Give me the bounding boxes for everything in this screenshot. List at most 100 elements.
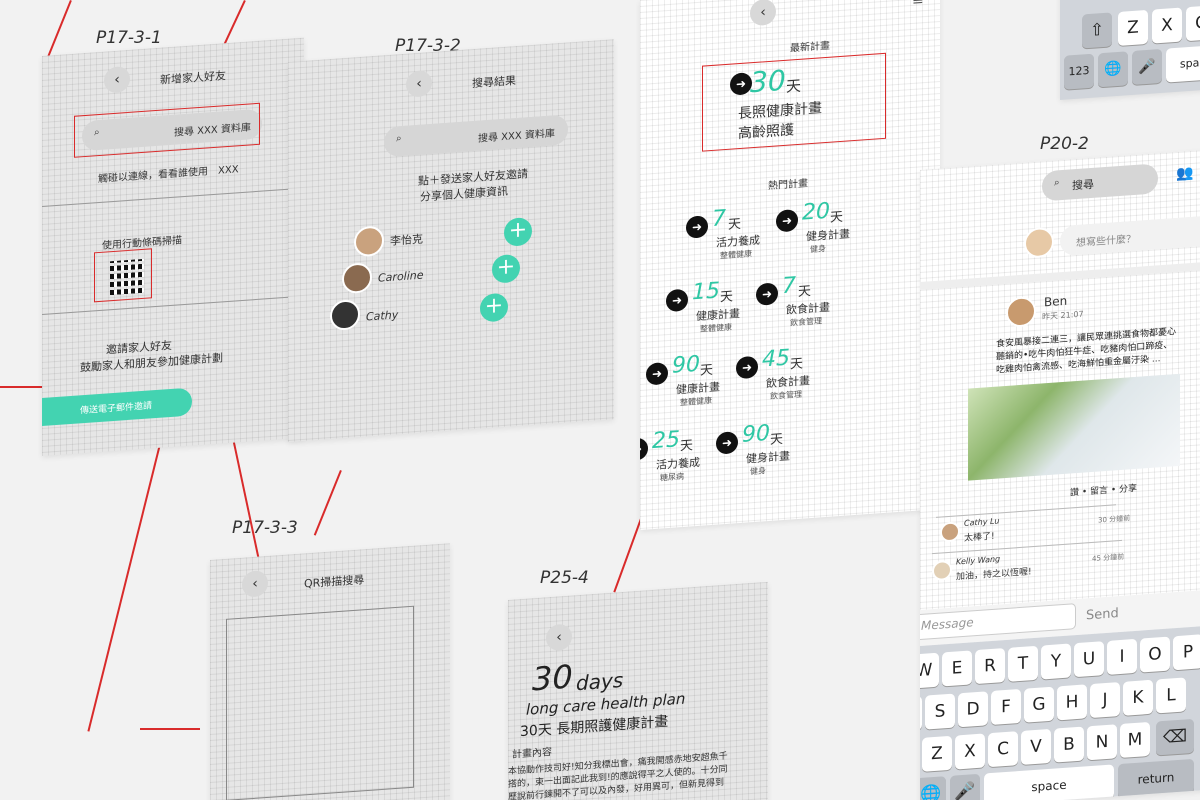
key-b[interactable]: B (1054, 726, 1084, 763)
key-m[interactable]: M (1120, 721, 1150, 759)
plan-name: 健康計畫 (696, 307, 740, 324)
plan-sub: 整體健康 (700, 322, 732, 334)
key-c[interactable]: C (1186, 5, 1200, 42)
plan-name: 飲食計畫 (766, 374, 810, 391)
key-o[interactable]: O (1140, 636, 1170, 673)
number-key[interactable]: 123 (1064, 53, 1094, 90)
menu-icon[interactable]: ≡ (912, 0, 924, 9)
key-n[interactable]: N (1087, 724, 1117, 761)
plan-name: 活力養成 (656, 455, 700, 472)
key-w[interactable]: W (920, 652, 939, 689)
key-s[interactable]: S (925, 693, 955, 730)
add-friend-button[interactable]: + (504, 216, 532, 247)
add-friend-button[interactable]: + (492, 253, 520, 284)
latest-title: 最新計畫 (790, 40, 830, 55)
key-y[interactable]: Y (1041, 643, 1071, 680)
key-r[interactable]: R (975, 648, 1005, 685)
key-e[interactable]: E (942, 650, 972, 687)
key-g[interactable]: G (1024, 686, 1054, 723)
keyboard-fragment: ⇧ Z X C 123 🌐 🎤 space (1060, 0, 1200, 101)
key-a[interactable]: A (920, 695, 922, 732)
plan-card[interactable]: ➜ 90 天健身計畫 健身 (710, 421, 800, 491)
search-input[interactable]: ⌕ 搜尋 XXX 資料庫 (384, 114, 568, 158)
back-button[interactable]: ‹ (242, 569, 268, 598)
email-invite-label: 傳送電子郵件邀請 (80, 401, 153, 417)
key-l[interactable]: L (1156, 677, 1186, 714)
plan-card[interactable]: ➜ 45 天飲食計畫 飲食管理 (730, 346, 820, 415)
key-f[interactable]: F (991, 688, 1021, 726)
plan-sub: 整體健康 (720, 249, 752, 261)
key-x[interactable]: X (955, 733, 985, 770)
key-c[interactable]: C (988, 731, 1018, 768)
key-k[interactable]: K (1123, 679, 1153, 716)
globe-icon[interactable]: 🌐 (920, 776, 946, 800)
post-actions[interactable]: 讚 • 留言 • 分享 (1070, 481, 1137, 499)
key-p[interactable]: P (1173, 634, 1200, 671)
microphone-icon[interactable]: 🎤 (1132, 48, 1162, 85)
key-z[interactable]: Z (1118, 9, 1148, 46)
send-button[interactable]: Send (1086, 606, 1119, 623)
connector-line (313, 470, 342, 536)
plan-days-unit: days (576, 667, 624, 696)
key-h[interactable]: H (1057, 684, 1087, 721)
arrow-right-icon[interactable]: ➜ (666, 288, 688, 313)
shift-key[interactable]: ⇧ (1082, 12, 1112, 49)
plan-card[interactable]: ➜ 90 天健康計畫 整體健康 (640, 352, 730, 422)
screen-search-results: ‹ 搜尋結果 ⌕ 搜尋 XXX 資料庫 點＋發送家人好友邀請 分享個人健康資訊 … (288, 39, 614, 442)
return-key[interactable]: return (1118, 758, 1194, 799)
plan-card[interactable]: ➜ 15 天健康計畫 整體健康 (660, 278, 750, 348)
plan-unit: 天 (770, 431, 784, 448)
arrow-right-icon[interactable]: ➜ (736, 355, 758, 380)
plan-sub: 飲食管理 (790, 316, 822, 328)
comment-text: 加油，持之以恆喔! (956, 567, 1032, 583)
connector-line (140, 728, 200, 730)
arrow-right-icon[interactable]: ➜ (776, 208, 798, 233)
arrow-right-icon[interactable]: ➜ (640, 437, 648, 461)
key-u[interactable]: U (1074, 641, 1104, 678)
key-j[interactable]: J (1090, 682, 1120, 719)
key-d[interactable]: D (958, 691, 988, 728)
section-title: 計畫內容 (512, 746, 552, 761)
avatar (1024, 226, 1054, 259)
arrow-right-icon[interactable]: ➜ (646, 362, 668, 386)
key-i[interactable]: I (1107, 638, 1137, 675)
plan-card[interactable]: ➜ 25 天活力養成 糖尿病 (640, 427, 710, 497)
key-t[interactable]: T (1008, 645, 1038, 682)
search-icon: ⌕ (396, 133, 402, 145)
back-button[interactable]: ‹ (546, 623, 572, 652)
search-input[interactable]: ⌕ 搜尋 (1042, 163, 1158, 202)
key-v[interactable]: V (1021, 728, 1051, 765)
globe-icon[interactable]: 🌐 (1098, 51, 1128, 88)
key-x[interactable]: X (1152, 7, 1182, 44)
friends-icon[interactable]: 👥 (1176, 165, 1193, 182)
plan-sub: 糖尿病 (660, 471, 684, 483)
plan-card[interactable]: ➜ 7 天活力養成 整體健康 (680, 206, 770, 275)
avatar (940, 521, 960, 543)
email-invite-button[interactable]: 傳送電子郵件邀請 (42, 387, 192, 428)
space-key[interactable]: space (1166, 44, 1200, 83)
back-button[interactable]: ‹ (750, 0, 776, 27)
arrow-right-icon[interactable]: ➜ (686, 215, 708, 239)
chevron-left-icon: ‹ (252, 575, 258, 593)
space-key[interactable]: space (984, 764, 1114, 800)
post-input[interactable]: 想寫些什麼？ (1060, 215, 1200, 257)
chevron-left-icon: ‹ (114, 71, 120, 88)
add-friend-button[interactable]: + (480, 292, 508, 323)
contact-name: Cathy (366, 308, 399, 324)
plan-card[interactable]: ➜ 20 天健身計畫 健身 (770, 199, 860, 269)
back-button[interactable]: ‹ (104, 65, 130, 94)
scan-frame (226, 605, 414, 800)
screen-label: P25-4 (540, 568, 589, 588)
back-button[interactable]: ‹ (406, 69, 432, 98)
plan-card[interactable]: ➜ 7 天飲食計畫 飲食管理 (750, 273, 840, 342)
hot-title: 熱門計畫 (768, 178, 808, 193)
arrow-right-icon[interactable]: ➜ (716, 431, 738, 455)
avatar (354, 225, 384, 258)
message-input[interactable]: Message (920, 603, 1076, 641)
key-z[interactable]: Z (922, 735, 952, 772)
page-title: QR掃描搜尋 (304, 573, 365, 591)
microphone-icon[interactable]: 🎤 (950, 773, 980, 800)
backspace-icon[interactable]: ⌫ (1156, 718, 1194, 756)
divider (932, 539, 1122, 555)
arrow-right-icon[interactable]: ➜ (756, 282, 778, 306)
